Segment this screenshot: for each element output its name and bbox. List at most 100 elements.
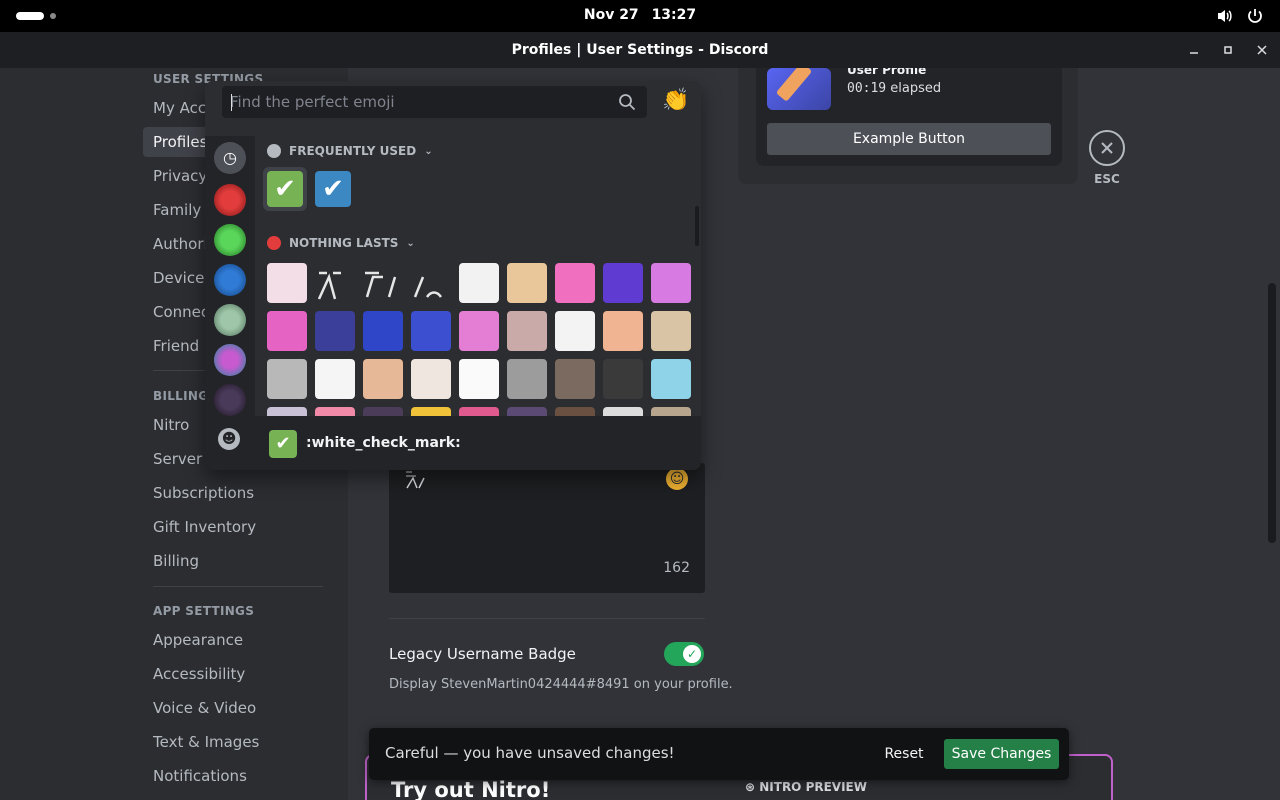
custom-emoji[interactable]: [555, 407, 595, 416]
window-title: Profiles | User Settings - Discord: [511, 42, 769, 58]
server-icon: [267, 236, 281, 250]
content-scrollbar[interactable]: [1268, 283, 1276, 543]
minimize-button[interactable]: [1184, 40, 1204, 60]
custom-emoji-image: [365, 271, 397, 298]
custom-emoji[interactable]: [267, 359, 307, 399]
custom-emoji[interactable]: [459, 407, 499, 416]
check-icon: ✔: [315, 171, 351, 207]
custom-emoji[interactable]: [555, 263, 595, 303]
sidebar-item-subscriptions[interactable]: Subscriptions: [143, 478, 323, 508]
legacy-badge-toggle[interactable]: ✓: [664, 642, 704, 666]
nitro-preview-label: ⊛ NITRO PREVIEW: [745, 780, 867, 794]
power-icon[interactable]: [1246, 7, 1264, 25]
server-icon[interactable]: [214, 344, 246, 376]
system-time: 13:27: [651, 7, 697, 23]
custom-emoji[interactable]: [411, 407, 451, 416]
custom-emoji[interactable]: [315, 311, 355, 351]
custom-emoji[interactable]: [507, 311, 547, 351]
server-icon[interactable]: [214, 304, 246, 336]
custom-emoji[interactable]: [267, 407, 307, 416]
close-button[interactable]: [1252, 40, 1272, 60]
clock-icon: [267, 144, 281, 158]
elapsed-suffix: elapsed: [890, 81, 942, 96]
frequently-used-header[interactable]: FREQUENTLY USED ⌄: [267, 144, 433, 158]
custom-emoji[interactable]: [363, 263, 403, 303]
server-icon-nothing-lasts[interactable]: [214, 184, 246, 216]
custom-emoji[interactable]: [507, 407, 547, 416]
custom-emoji[interactable]: [603, 407, 643, 416]
elapsed-time: 00:19: [847, 81, 887, 96]
maximize-button[interactable]: [1218, 40, 1238, 60]
emoji-white-check-mark[interactable]: ✔: [263, 167, 307, 211]
emoji-search-input[interactable]: [230, 90, 600, 114]
custom-emoji[interactable]: [555, 311, 595, 351]
frequently-used-label: FREQUENTLY USED: [289, 144, 417, 158]
server-emoji-label: NOTHING LASTS: [289, 236, 399, 250]
emoji-picker-toggle-icon[interactable]: ☺: [666, 468, 688, 490]
custom-emoji[interactable]: [603, 263, 643, 303]
custom-emoji[interactable]: [315, 407, 355, 416]
smiley-category-icon[interactable]: ☻: [218, 428, 240, 450]
unsaved-message: Careful — you have unsaved changes!: [385, 744, 675, 762]
hovered-emoji-name: :white_check_mark:: [306, 435, 461, 451]
emoji-picker-header: 👏: [205, 81, 701, 136]
emoji-list-scrollbar[interactable]: [695, 206, 699, 246]
sidebar-item-text-images[interactable]: Text & Images: [143, 727, 323, 757]
custom-emoji[interactable]: [651, 263, 691, 303]
legacy-badge-title: Legacy Username Badge: [389, 645, 576, 663]
server-icon[interactable]: [214, 384, 246, 416]
system-clock[interactable]: Nov 27 13:27: [0, 7, 1280, 23]
custom-emoji[interactable]: [555, 359, 595, 399]
custom-emoji[interactable]: [363, 407, 403, 416]
nitro-title: Try out Nitro!: [391, 778, 551, 800]
sidebar-item-gift-inventory[interactable]: Gift Inventory: [143, 512, 323, 542]
sidebar-item-notifications[interactable]: Notifications: [143, 761, 323, 791]
custom-emoji[interactable]: [411, 359, 451, 399]
text-cursor: [231, 94, 232, 111]
save-changes-button[interactable]: Save Changes: [944, 739, 1059, 769]
custom-emoji[interactable]: [603, 311, 643, 351]
custom-emoji[interactable]: [459, 359, 499, 399]
custom-emoji[interactable]: [411, 263, 451, 303]
custom-emoji[interactable]: [651, 407, 691, 416]
sidebar-item-accessibility[interactable]: Accessibility: [143, 659, 323, 689]
custom-emoji[interactable]: [315, 263, 355, 303]
nitro-icon: ⊛: [745, 780, 756, 794]
recent-clock-icon[interactable]: ◷: [214, 142, 246, 174]
search-icon: [619, 94, 636, 111]
sidebar-item-appearance[interactable]: Appearance: [143, 625, 323, 655]
custom-emoji[interactable]: [411, 311, 451, 351]
sidebar-item-voice-video[interactable]: Voice & Video: [143, 693, 323, 723]
volume-icon[interactable]: [1216, 7, 1234, 25]
custom-emoji[interactable]: [363, 359, 403, 399]
maximize-icon: [1224, 46, 1232, 54]
custom-emoji[interactable]: [315, 359, 355, 399]
close-settings-button[interactable]: [1089, 130, 1125, 166]
custom-emoji[interactable]: [363, 311, 403, 351]
system-top-bar: Nov 27 13:27: [0, 0, 1280, 32]
custom-emoji[interactable]: [267, 263, 307, 303]
example-button[interactable]: Example Button: [767, 123, 1051, 155]
emoji-search-box[interactable]: [222, 86, 647, 118]
custom-emoji[interactable]: [651, 359, 691, 399]
custom-emoji-image: [413, 276, 443, 298]
legacy-badge-description: Display StevenMartin0424444#8491 on your…: [389, 677, 733, 692]
custom-emoji[interactable]: [603, 359, 643, 399]
nitro-preview-text: NITRO PREVIEW: [759, 780, 867, 794]
server-icon[interactable]: [214, 224, 246, 256]
custom-emoji[interactable]: [267, 311, 307, 351]
server-icon[interactable]: [214, 264, 246, 296]
custom-emoji[interactable]: [507, 359, 547, 399]
emoji-ballot-box-check[interactable]: ✔: [311, 167, 355, 211]
custom-emoji[interactable]: [651, 311, 691, 351]
esc-label: ESC: [1094, 172, 1120, 186]
custom-emoji[interactable]: [459, 263, 499, 303]
skin-tone-selector-icon[interactable]: 👏: [662, 87, 690, 115]
custom-emoji[interactable]: [459, 311, 499, 351]
check-icon: ✔: [269, 430, 297, 458]
sidebar-item-billing[interactable]: Billing: [143, 546, 323, 576]
emoji-preview-footer: ✔ :white_check_mark:: [255, 416, 701, 470]
custom-emoji[interactable]: [507, 263, 547, 303]
server-emoji-header[interactable]: NOTHING LASTS ⌄: [267, 236, 415, 250]
reset-button[interactable]: Reset: [879, 739, 929, 769]
